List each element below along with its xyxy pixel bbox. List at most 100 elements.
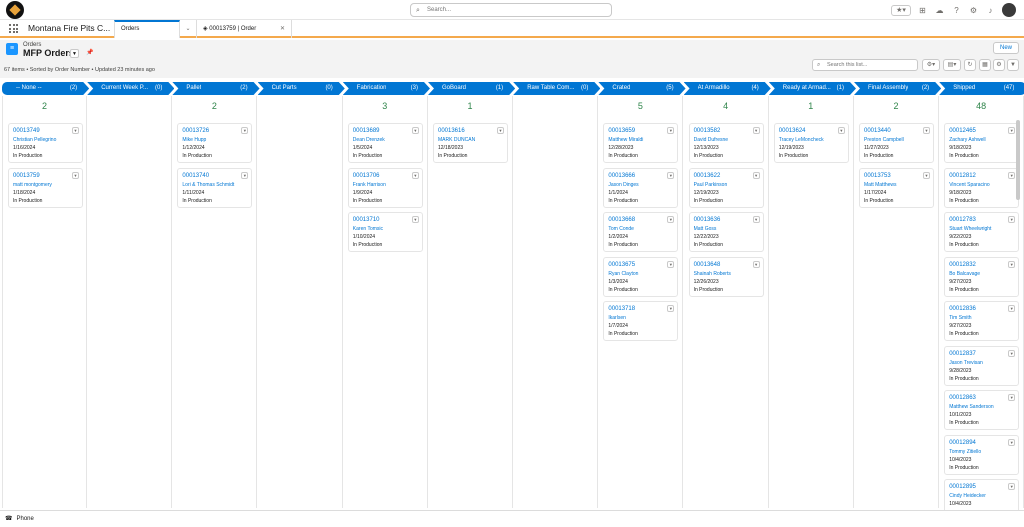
customer-name-link[interactable]: Mike Hupp: [182, 137, 206, 143]
card-menu-icon[interactable]: ▼: [1008, 216, 1016, 223]
order-number-link[interactable]: 00012837: [949, 351, 976, 357]
order-number-link[interactable]: 00013666: [608, 173, 635, 179]
customer-name-link[interactable]: Matthew Miraldi: [608, 137, 643, 143]
refresh-button[interactable]: ↻: [964, 59, 976, 71]
order-number-link[interactable]: 00013668: [608, 217, 635, 223]
global-search-input[interactable]: ⌕ Search...: [410, 3, 612, 17]
customer-name-link[interactable]: Christian Pellegrino: [13, 137, 56, 143]
customer-name-link[interactable]: Dean Drenzek: [353, 137, 385, 143]
customer-name-link[interactable]: Lori & Thomas Schmidt: [182, 182, 234, 188]
order-number-link[interactable]: 00012783: [949, 217, 976, 223]
add-icon[interactable]: ⊞: [917, 5, 928, 16]
card-menu-icon[interactable]: ▼: [667, 305, 675, 312]
order-card[interactable]: 00013440 ▼ Preston Campbell 11/27/2023 In Pr…: [859, 123, 934, 163]
phone-icon[interactable]: ☎: [5, 516, 12, 522]
customer-name-link[interactable]: Tom Conde: [608, 226, 634, 232]
customer-name-link[interactable]: David Dufresne: [694, 137, 728, 143]
card-menu-icon[interactable]: ▼: [1008, 260, 1016, 268]
order-card[interactable]: 00013749 ▼ Christian Pellegrino 1/16/2024 In…: [8, 123, 83, 163]
customer-name-link[interactable]: Jason Dinges: [608, 182, 638, 188]
card-menu-icon[interactable]: ▼: [667, 127, 675, 134]
customer-name-link[interactable]: Matt Goss: [694, 226, 717, 232]
stage-path-item[interactable]: -- None -- (2): [2, 82, 89, 95]
list-view-name[interactable]: MFP Orders: [23, 48, 74, 58]
order-card[interactable]: 00012863 ▼ Matthew Sanderson 10/1/2023 In Pr…: [944, 390, 1020, 430]
card-menu-icon[interactable]: ▼: [72, 127, 79, 134]
tab-orders[interactable]: Orders: [114, 20, 180, 38]
stage-path-item[interactable]: At Armadillo (4): [684, 82, 771, 95]
stage-path-item[interactable]: Fabrication (3): [343, 82, 430, 95]
card-menu-icon[interactable]: ▼: [923, 127, 930, 134]
order-card[interactable]: 00013636 ▼ Matt Goss 12/22/2023 In Productio…: [688, 212, 764, 252]
card-menu-icon[interactable]: ▼: [411, 171, 419, 179]
order-number-link[interactable]: 00012895: [949, 484, 976, 490]
customer-name-link[interactable]: Matt Matthews: [864, 182, 897, 188]
list-view-dropdown-icon[interactable]: ▼: [70, 49, 79, 58]
trailhead-icon[interactable]: ☁: [934, 5, 945, 16]
card-menu-icon[interactable]: ▼: [923, 171, 930, 179]
order-number-link[interactable]: 00013622: [694, 173, 721, 179]
gear-icon[interactable]: ⚙: [968, 5, 979, 16]
card-menu-icon[interactable]: ▼: [411, 127, 419, 134]
card-menu-icon[interactable]: ▼: [241, 171, 249, 179]
order-card[interactable]: 00012832 ▼ Bo Balcavage 9/27/2023 In Product…: [944, 256, 1020, 297]
filter-icon[interactable]: ▼: [1007, 59, 1019, 71]
order-number-link[interactable]: 00013675: [608, 262, 635, 268]
order-card[interactable]: 00013759 ▼ matt montgomery 1/18/2024 In Prod…: [8, 167, 83, 208]
order-number-link[interactable]: 00013706: [353, 173, 380, 179]
stage-path-item[interactable]: Shipped (47): [939, 82, 1024, 95]
order-number-link[interactable]: 00013624: [779, 128, 806, 134]
order-card[interactable]: 00013622 ▼ Paul Parkinson 12/19/2023 In Prod…: [688, 167, 764, 208]
card-menu-icon[interactable]: ▼: [667, 171, 675, 179]
bell-icon[interactable]: ♪: [985, 5, 996, 16]
order-number-link[interactable]: 00013440: [864, 128, 891, 134]
customer-name-link[interactable]: Paul Parkinson: [694, 182, 728, 188]
order-number-link[interactable]: 00013659: [608, 128, 635, 134]
card-menu-icon[interactable]: ▼: [1008, 171, 1016, 179]
order-number-link[interactable]: 00013753: [864, 173, 891, 179]
card-menu-icon[interactable]: ▼: [752, 127, 760, 134]
customer-name-link[interactable]: Jason Trevisan: [949, 360, 983, 366]
customer-name-link[interactable]: matt montgomery: [13, 182, 52, 188]
customer-name-link[interactable]: Frank Harrison: [353, 182, 386, 188]
card-menu-icon[interactable]: ▼: [752, 260, 760, 268]
customer-name-link[interactable]: Karen Tomsic: [353, 226, 383, 232]
order-card[interactable]: 00013740 ▼ Lori & Thomas Schmidt 1/11/2024 I…: [177, 167, 253, 208]
order-card[interactable]: 00013659 ▼ Matthew Miraldi 12/28/2023 In Pro…: [603, 123, 679, 163]
order-card[interactable]: 00013582 ▼ David Dufresne 12/13/2023 In Prod…: [688, 123, 764, 163]
order-number-link[interactable]: 00013759: [13, 173, 40, 179]
order-card[interactable]: 00013726 ▼ Mike Hupp 1/12/2024 In Production: [177, 123, 253, 163]
stage-path-item[interactable]: Raw Table Com... (0): [513, 82, 600, 95]
card-menu-icon[interactable]: ▼: [1008, 127, 1016, 134]
list-search-input[interactable]: ⌕ Search this list...: [812, 59, 918, 71]
stage-path-item[interactable]: Ready at Armad... (1): [769, 82, 856, 95]
order-number-link[interactable]: 00013710: [353, 217, 380, 223]
customer-name-link[interactable]: MARK DUNCAN: [438, 137, 475, 143]
order-card[interactable]: 00013668 ▼ Tom Conde 1/2/2024 In Production: [603, 212, 679, 252]
card-menu-icon[interactable]: ▼: [1008, 438, 1016, 446]
order-card[interactable]: 00013648 ▼ Shainah Roberts 12/26/2023 In Pro…: [688, 256, 764, 297]
new-button[interactable]: New: [993, 42, 1019, 54]
card-menu-icon[interactable]: ▼: [752, 171, 760, 179]
card-menu-icon[interactable]: ▼: [497, 127, 504, 134]
order-number-link[interactable]: 00012812: [949, 173, 976, 179]
list-settings-button[interactable]: ⚙▾: [922, 59, 940, 71]
order-card[interactable]: 00012783 ▼ Stuart Wheelwright 9/22/2023 In P…: [944, 212, 1020, 252]
card-menu-icon[interactable]: ▼: [1008, 305, 1016, 312]
card-menu-icon[interactable]: ▼: [667, 260, 675, 268]
card-menu-icon[interactable]: ▼: [1008, 349, 1016, 357]
order-card[interactable]: 00012894 ▼ Tommy Zitiello 10/4/2023 In Produ…: [944, 434, 1020, 475]
order-card[interactable]: 00013624 ▼ Tracey LeMoncheck 12/19/2023 In P…: [773, 123, 849, 163]
order-number-link[interactable]: 00012832: [949, 262, 976, 268]
order-number-link[interactable]: 00012863: [949, 395, 976, 401]
card-menu-icon[interactable]: ▼: [72, 171, 79, 179]
customer-name-link[interactable]: Tommy Zitiello: [949, 449, 981, 455]
order-number-link[interactable]: 00013689: [353, 128, 380, 134]
display-as-button[interactable]: ▤▾: [943, 59, 961, 71]
order-number-link[interactable]: 00013740: [182, 173, 209, 179]
customer-name-link[interactable]: Shainah Roberts: [694, 271, 731, 277]
stage-path-item[interactable]: Current Week P... (0): [87, 82, 174, 95]
order-card[interactable]: 00013706 ▼ Frank Harrison 1/9/2024 In Produc…: [347, 167, 423, 208]
customer-name-link[interactable]: Matthew Sanderson: [949, 404, 993, 410]
app-launcher-icon[interactable]: [9, 24, 18, 33]
